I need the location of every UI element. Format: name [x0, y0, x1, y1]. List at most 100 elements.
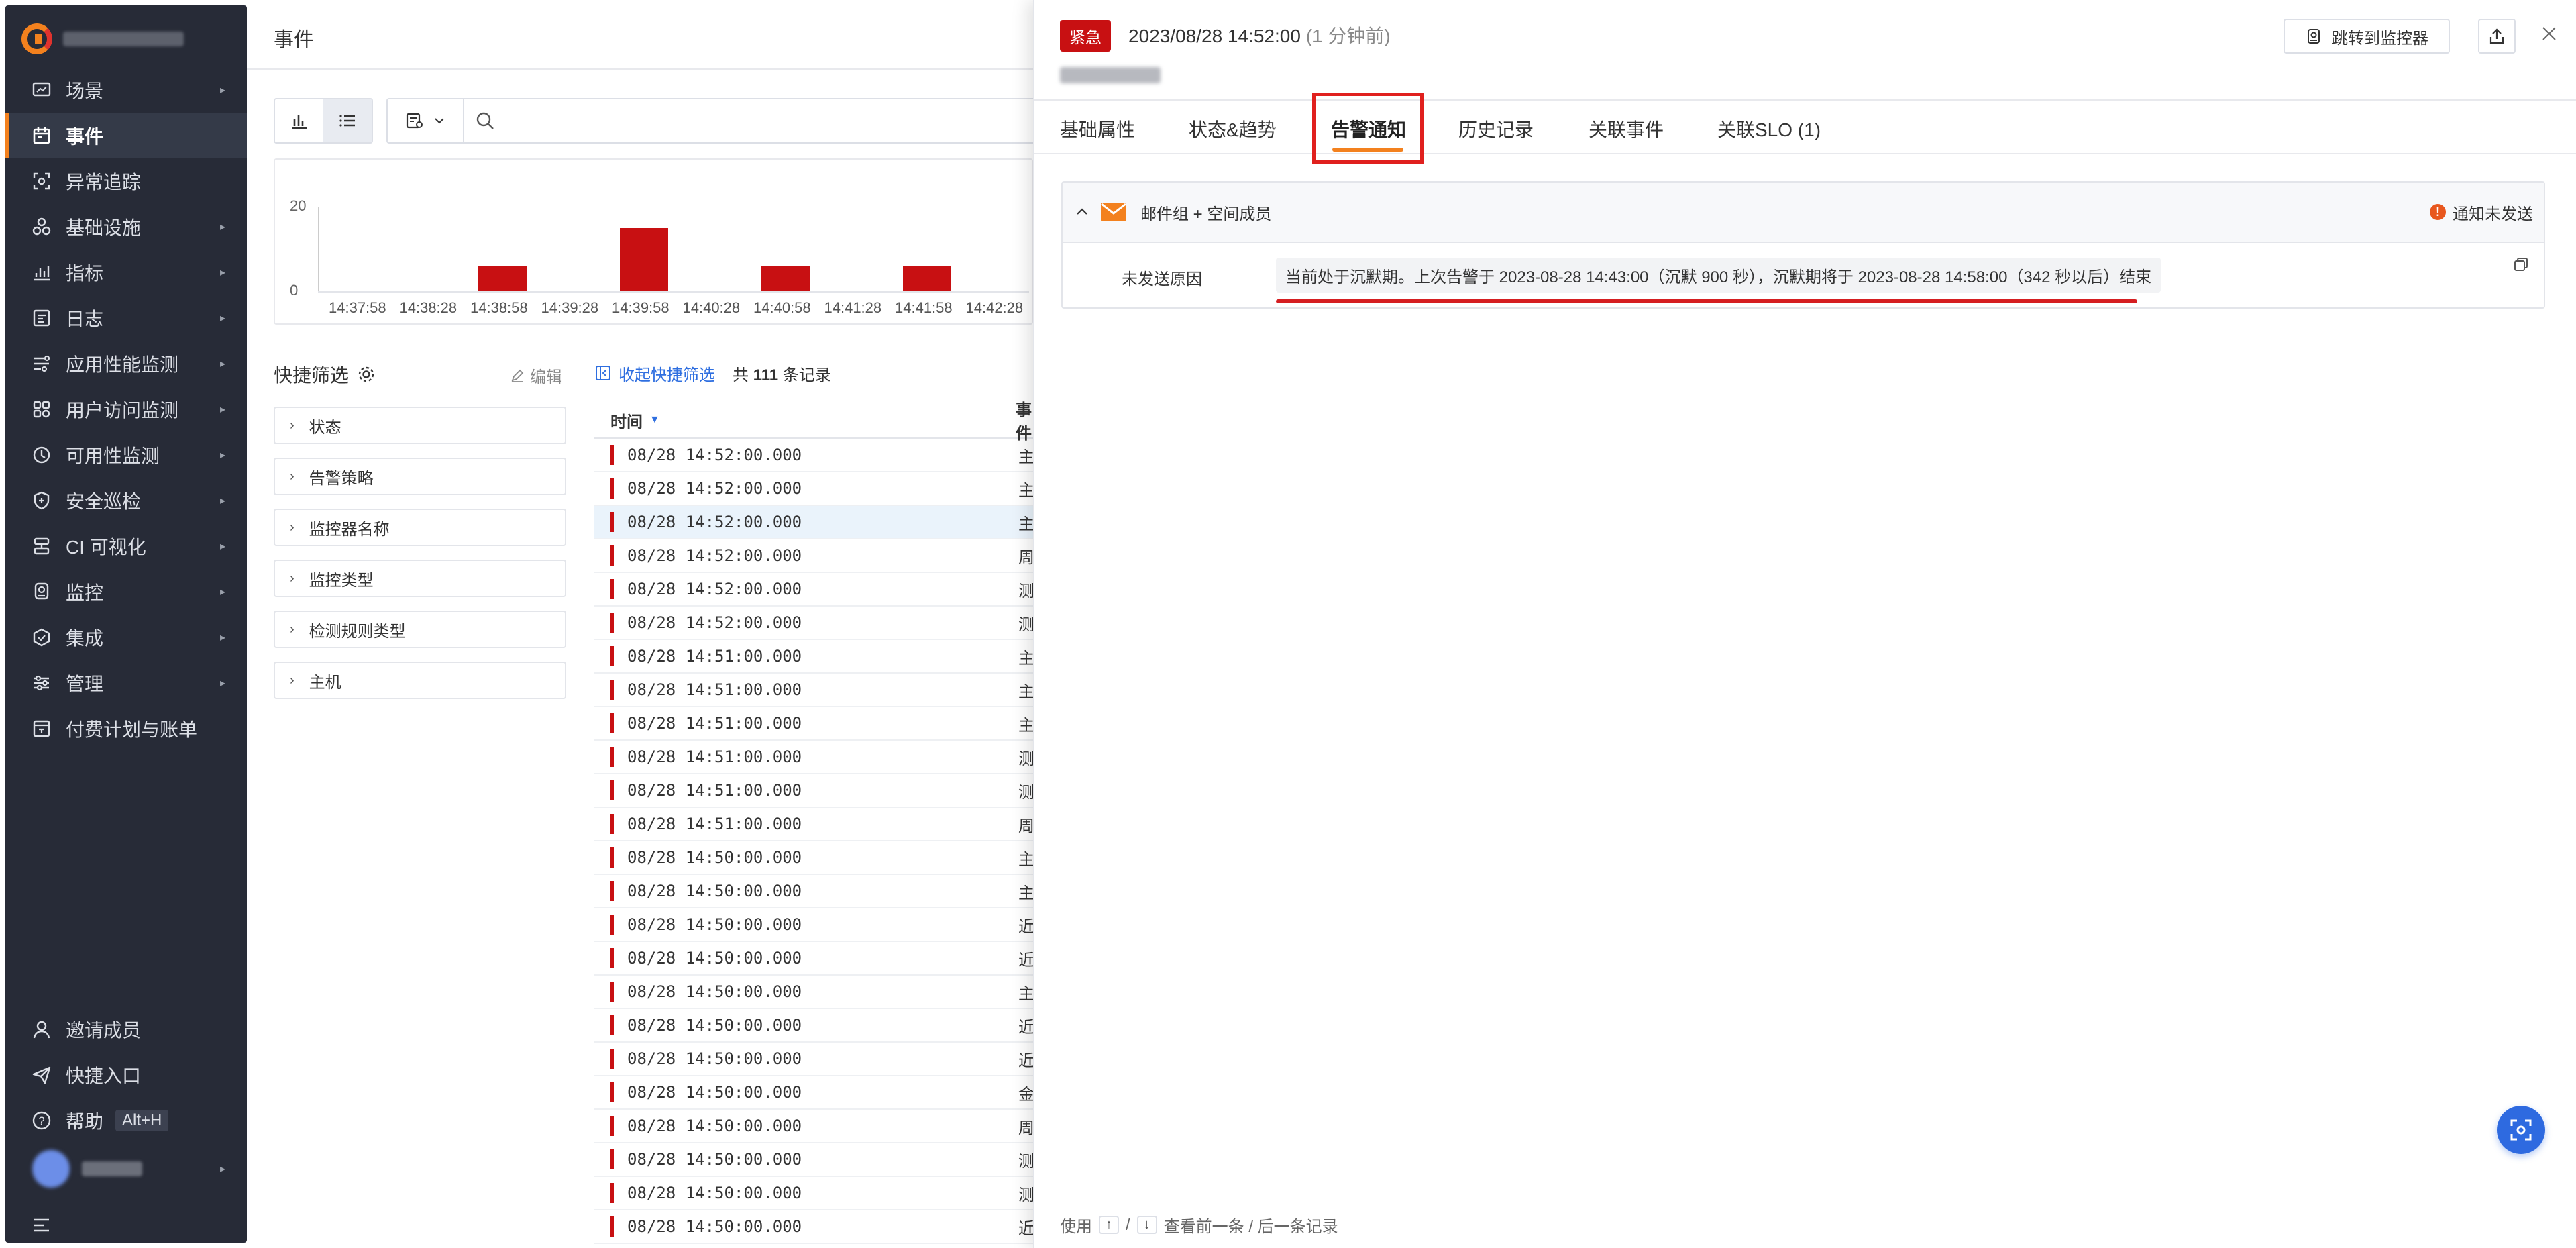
- saved-view-select[interactable]: [386, 98, 464, 144]
- filter-group[interactable]: › 告警策略: [274, 458, 566, 495]
- x-tick-label: 14:41:28: [824, 299, 882, 316]
- sidebar-item-label: 用户访问监测: [66, 400, 179, 421]
- row-time: 08/28 14:52:00.000: [627, 580, 802, 599]
- table-row[interactable]: 08/28 14:52:00.000 测: [594, 573, 1034, 607]
- sidebar-item-label: 可用性监测: [66, 446, 160, 466]
- sidebar-item-label: 安全巡检: [66, 491, 142, 512]
- event-subtitle: [1060, 67, 1161, 83]
- row-event: 周: [1018, 1119, 1034, 1137]
- table-row[interactable]: 08/28 14:51:00.000 周: [594, 808, 1034, 841]
- table-row[interactable]: 08/28 14:51:00.000 测: [594, 741, 1034, 774]
- table-row[interactable]: 08/28 14:50:00.000 近: [594, 1043, 1034, 1076]
- table-row[interactable]: 08/28 14:50:00.000 近: [594, 942, 1034, 976]
- reason-label: 未发送原因: [1122, 270, 1202, 289]
- row-event: 主: [1018, 984, 1034, 1003]
- table-row[interactable]: 08/28 14:50:00.000 测: [594, 1177, 1034, 1210]
- collapse-sidebar-button[interactable]: [5, 1202, 247, 1248]
- workspace-switcher[interactable]: [21, 21, 184, 56]
- sidebar-item-10[interactable]: CI 可视化 ▸: [5, 523, 247, 569]
- chart-view-button[interactable]: [275, 99, 323, 142]
- list-view-button[interactable]: [323, 99, 372, 142]
- tab-1[interactable]: 状态&趋势: [1189, 115, 1277, 142]
- table-row[interactable]: 08/28 14:51:00.000 主: [594, 640, 1034, 674]
- filter-group[interactable]: › 主机: [274, 662, 566, 699]
- copy-button[interactable]: [2513, 256, 2529, 277]
- sidebar-item-14[interactable]: 付费计划与账单: [5, 706, 247, 751]
- column-header-time[interactable]: 时间: [610, 409, 643, 432]
- table-row[interactable]: 08/28 14:50:00.000 主: [594, 875, 1034, 908]
- screenshot-fab-button[interactable]: [2497, 1106, 2545, 1154]
- row-time: 08/28 14:52:00.000: [627, 613, 802, 632]
- user-menu[interactable]: ▸: [5, 1146, 247, 1192]
- sidebar-item-1[interactable]: 事件: [5, 113, 247, 158]
- table-row[interactable]: 08/28 14:51:00.000 主: [594, 707, 1034, 741]
- share-button[interactable]: [2478, 19, 2516, 54]
- table-row[interactable]: 08/28 14:52:00.000 主: [594, 439, 1034, 472]
- chart-icon: [30, 260, 54, 284]
- row-event: 近: [1018, 917, 1034, 936]
- table-row[interactable]: 08/28 14:51:00.000 主: [594, 674, 1034, 707]
- sidebar-item-13[interactable]: 管理 ▸: [5, 660, 247, 706]
- tab-3[interactable]: 历史记录: [1458, 115, 1534, 142]
- sidebar-item-12[interactable]: 集成 ▸: [5, 615, 247, 660]
- filter-group[interactable]: › 检测规则类型: [274, 611, 566, 648]
- tab-5[interactable]: 关联SLO (1): [1717, 115, 1821, 142]
- table-row[interactable]: 08/28 14:50:00.000 周: [594, 1110, 1034, 1143]
- help-icon: ?: [30, 1108, 54, 1133]
- chevron-up-icon[interactable]: [1075, 205, 1089, 219]
- table-row[interactable]: 08/28 14:50:00.000 主: [594, 976, 1034, 1009]
- sidebar-item-0[interactable]: 场景 ▸: [5, 67, 247, 113]
- sidebar-item-7[interactable]: 用户访问监测 ▸: [5, 386, 247, 432]
- table-row[interactable]: 08/28 14:52:00.000 周: [594, 539, 1034, 573]
- notification-card-header[interactable]: 邮件组 + 空间成员 ! 通知未发送: [1063, 183, 2544, 243]
- table-row[interactable]: 08/28 14:50:00.000 近: [594, 1009, 1034, 1043]
- sidebar-item-5[interactable]: 日志 ▸: [5, 295, 247, 341]
- filter-group[interactable]: › 状态: [274, 407, 566, 444]
- table-row[interactable]: 08/28 14:50:00.000 近: [594, 908, 1034, 942]
- table-row[interactable]: 08/28 14:52:00.000 主: [594, 506, 1034, 539]
- table-row[interactable]: 08/28 14:50:00.000 近: [594, 1210, 1034, 1244]
- sidebar-item-2[interactable]: 异常追踪: [5, 158, 247, 204]
- bar-chart-icon: [292, 115, 307, 129]
- table-row[interactable]: 08/28 14:52:00.000 主: [594, 472, 1034, 506]
- sidebar-item-6[interactable]: 应用性能监测 ▸: [5, 341, 247, 386]
- chevron-right-icon: ▸: [219, 267, 225, 278]
- tab-0[interactable]: 基础属性: [1060, 115, 1135, 142]
- sort-desc-icon[interactable]: ▼: [649, 414, 660, 426]
- sidebar-item-invite[interactable]: 邀请成员: [5, 1006, 247, 1052]
- sidebar-item-4[interactable]: 指标 ▸: [5, 250, 247, 295]
- edit-filters-button[interactable]: 编辑: [510, 364, 562, 387]
- goto-monitor-button[interactable]: 跳转到监控器: [2284, 19, 2450, 54]
- filter-group[interactable]: › 监控类型: [274, 560, 566, 597]
- table-row[interactable]: 08/28 14:50:00.000 主: [594, 841, 1034, 875]
- sidebar-item-11[interactable]: 监控 ▸: [5, 569, 247, 615]
- histogram-bar[interactable]: [620, 227, 668, 291]
- gear-icon[interactable]: [357, 365, 376, 384]
- table-row[interactable]: 08/28 14:50:00.000 测: [594, 1143, 1034, 1177]
- severity-indicator: [610, 680, 614, 700]
- sidebar-item-help[interactable]: ? 帮助 Alt+H: [5, 1098, 247, 1143]
- histogram-bar[interactable]: [903, 266, 951, 291]
- collapse-filters-button[interactable]: 收起快捷筛选: [594, 362, 715, 385]
- row-time: 08/28 14:50:00.000: [627, 1217, 802, 1236]
- sidebar-item-8[interactable]: 可用性监测 ▸: [5, 432, 247, 478]
- histogram-bar[interactable]: [478, 266, 527, 291]
- close-button[interactable]: [2536, 20, 2563, 47]
- row-time: 08/28 14:50:00.000: [627, 1049, 802, 1068]
- row-time: 08/28 14:52:00.000: [627, 513, 802, 531]
- severity-indicator: [610, 814, 614, 834]
- table-row[interactable]: 08/28 14:50:00.000 金: [594, 1076, 1034, 1110]
- monitor-icon: [30, 580, 54, 604]
- table-row[interactable]: 08/28 14:52:00.000 测: [594, 607, 1034, 640]
- severity-indicator: [610, 579, 614, 599]
- severity-indicator: [610, 545, 614, 566]
- sidebar-item-shortcut[interactable]: 快捷入口: [5, 1052, 247, 1098]
- settings-sliders-icon: [30, 671, 54, 695]
- sidebar-item-3[interactable]: 基础设施 ▸: [5, 204, 247, 250]
- sidebar-item-9[interactable]: 安全巡检 ▸: [5, 478, 247, 523]
- table-row[interactable]: 08/28 14:51:00.000 测: [594, 774, 1034, 808]
- histogram-bar[interactable]: [761, 266, 810, 291]
- tab-4[interactable]: 关联事件: [1589, 115, 1664, 142]
- filter-group[interactable]: › 监控器名称: [274, 509, 566, 546]
- column-header-event[interactable]: 事件: [1016, 397, 1033, 444]
